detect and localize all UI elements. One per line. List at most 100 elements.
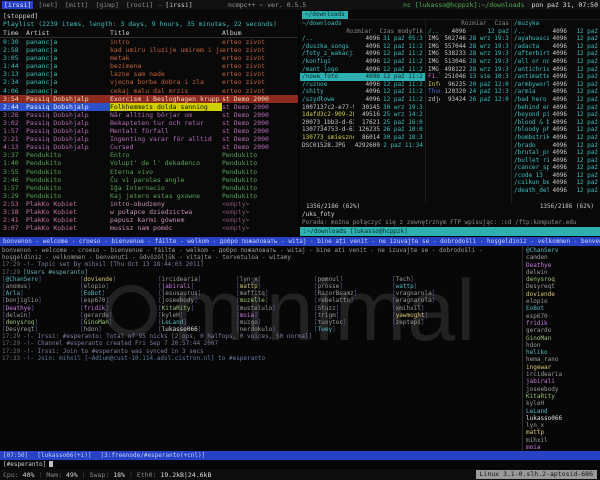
file-row[interactable]: /afterbirth4096 12 paź xyxy=(512,50,600,58)
nick-item[interactable]: elopio xyxy=(526,298,597,305)
nick-item[interactable]: hema_rano xyxy=(526,356,597,363)
nick-item[interactable]: delwin xyxy=(526,269,597,276)
nick-item[interactable]: ingewar xyxy=(526,364,597,371)
nick-item[interactable]: esp670 xyxy=(526,313,597,320)
file-row[interactable]: 130773_smieszne2.jpg 8601430 paź 18:33 xyxy=(300,134,425,142)
playlist-row[interactable]: 4:06 panancja cekaj malu dal mrzis erteo zi… xyxy=(0,87,298,95)
file-row[interactable]: /mant_logo 4096 12 paź 11:22 xyxy=(300,66,425,74)
workspace-tag[interactable]: [net] xyxy=(36,1,60,9)
workspace-tag[interactable]: [rooti] xyxy=(124,1,155,9)
file-row[interactable]: /.. 4096 12 paź xyxy=(512,28,600,36)
file-row[interactable]: 1dafd3c2-909-28c6-a9.jpg 4951625 wrz 14:2… xyxy=(300,111,425,119)
playlist-row[interactable]: 2:58 panancja kad umiru iluzije umirem i j… xyxy=(0,46,298,54)
irc-input-line[interactable]: [#esperanto] xyxy=(0,460,600,468)
file-row[interactable]: IMG_0150.JPG 50274628 wrz 19:30 xyxy=(426,35,511,43)
nick-item[interactable]: heliko xyxy=(526,349,597,356)
nick-item[interactable]: LeLand xyxy=(526,408,597,415)
nick-item[interactable]: lyn_x xyxy=(526,422,597,429)
playlist-row[interactable]: 1:44 panancja bezimena erteo zivot xyxy=(0,62,298,70)
file-row[interactable]: /duszka_songs 4096 12 paź 11:22 xyxy=(300,43,425,51)
nick-item[interactable]: denysroq xyxy=(526,276,597,283)
file-row[interactable]: Infect-1251662675.jpg 9623520 paź 12:04 xyxy=(426,81,511,89)
nick-item[interactable]: KitaRity xyxy=(526,393,597,400)
playlist-row[interactable]: 3:18 PlakKo Kobiet w pułapce dziedzictwa <e… xyxy=(0,208,298,216)
fm-command-bar[interactable]: :~/downloads [lukasso@hcppzk] xyxy=(300,227,600,236)
file-row[interactable]: /nowe_foto 4096 12 paź 11:22 xyxy=(300,73,425,81)
file-row[interactable]: /armbyworld4096 12 paź xyxy=(512,81,600,89)
nick-item[interactable]: Deathye xyxy=(526,262,597,269)
file-row[interactable]: F1.large.jpg 25104613 sie 10:30 xyxy=(426,73,511,81)
file-row[interactable]: /bad hero 4096 12 paź xyxy=(512,96,600,104)
nick-item[interactable]: doviende xyxy=(526,291,597,298)
file-row[interactable]: /konfigi 4096 12 paź 11:22 xyxy=(300,58,425,66)
file-row[interactable]: IMG_0158.JPG 49812228 wrz 19:31 xyxy=(426,66,511,74)
playlist-row[interactable]: 3:37 Pendukito Entro Pendukito xyxy=(0,151,298,159)
file-row[interactable]: zdjecie.jpg 9342426 paź 12:04 xyxy=(426,96,511,104)
file-row[interactable]: /csikun_beno4096 12 paź xyxy=(512,179,600,187)
playlist-row[interactable]: 3:07 PlakKo Kobiet musisz nam pomóc <empty> xyxy=(0,224,298,232)
file-row[interactable]: 1007137c2-e77-9ce53da.jpg 3014530 wrz 19:… xyxy=(300,104,425,112)
nick-item[interactable]: moia xyxy=(526,444,597,451)
file-row[interactable]: Thumbs.db 12032024 paź 12:34 xyxy=(426,88,511,96)
file-row[interactable]: /armia 4096 12 paź xyxy=(512,88,600,96)
playlist-row[interactable]: 2:34 panancja vjecna borba dobra i zla erte… xyxy=(0,78,298,86)
playlist-row[interactable]: 3:02 Passiq Dobshjalp Bekapteten tur och r… xyxy=(0,119,298,127)
nick-item[interactable]: gerardo xyxy=(526,327,597,334)
file-row[interactable]: 20073_1bb3-d-63.alli.jpg 1762125 paź 16:0… xyxy=(300,119,425,127)
file-row[interactable]: /adacta 4096 12 paź xyxy=(512,43,600,51)
file-row[interactable]: /death_delers4096 12 paź xyxy=(512,187,600,195)
playlist-row[interactable]: 3:54 Passiq Dobshjalp Exorcism i Besloghag… xyxy=(0,94,298,103)
nick-item[interactable]: jabirali xyxy=(526,378,597,385)
file-row[interactable]: /antimatter4096 12 paź xyxy=(512,73,600,81)
file-row[interactable]: /code 13 4096 12 paź xyxy=(512,172,600,180)
nick-item[interactable]: lukasso066 xyxy=(526,415,597,422)
file-row[interactable]: /foty_z_wakacji 4096 12 paź 11:22 xyxy=(300,50,425,58)
file-row[interactable]: IMG_0152.JPG 55704428 wrz 19:30 xyxy=(426,43,511,51)
playlist-row[interactable]: 3:13 panancja lazne sam nade erteo zivot xyxy=(0,70,298,78)
playlist-row[interactable]: 3:29 Pendukito Kaj jetero estas gxowne Pend… xyxy=(0,192,298,200)
file-row[interactable]: /ayahuasca 4096 12 paź xyxy=(512,35,600,43)
file-row[interactable]: /bloody phoenix4096 12 paź xyxy=(512,126,600,134)
nick-item[interactable]: ircidearia xyxy=(526,371,597,378)
nick-item[interactable]: Desyreqt xyxy=(526,283,597,290)
file-row[interactable]: /.. 4096 12 paź xyxy=(426,28,511,36)
file-row[interactable]: /bullet ridden4096 12 paź xyxy=(512,157,600,165)
file-row[interactable]: /blood & bleed4096 12 paź xyxy=(512,119,600,127)
playlist-row[interactable]: 4:13 Passiq Dobshjalp Cursed st Demo 2000 xyxy=(0,143,298,151)
file-row[interactable]: /ruznoe 4096 12 paź 11:22 xyxy=(300,81,425,89)
playlist-row[interactable]: 2:44 Passiq Dobshjalp Folkhemmets dolda sa… xyxy=(0,102,298,111)
nick-item[interactable]: mattp xyxy=(526,429,597,436)
file-row[interactable]: /.. 4096 31 paź 05:30 xyxy=(300,35,425,43)
playlist-row[interactable]: 1:57 Passiq Dobshjalp Mentalt förfall st De… xyxy=(0,127,298,135)
nick-item[interactable]: fridik xyxy=(526,320,597,327)
fm-tab-downloads[interactable]: ~/downloads xyxy=(302,11,348,19)
file-row[interactable]: /all or nothing hc4096 12 paź xyxy=(512,58,600,66)
playlist-row[interactable]: 2:53 PlakKo Kobiet intro-obudzeny <empty> xyxy=(0,200,298,208)
file-row[interactable]: /behind enemy lines4096 12 paź xyxy=(512,104,600,112)
file-row[interactable]: 1307734753-d-63.alli.jpg 12623526 paź 10:… xyxy=(300,126,425,134)
file-row[interactable]: /cancer_spreading4096 12 paź xyxy=(512,164,600,172)
playlist-row[interactable]: 3:05 panancja metak erteo zivot xyxy=(0,54,298,62)
nick-item[interactable]: kyleH xyxy=(526,400,597,407)
playlist-row[interactable]: 2:21 Passiq Dobshjalp Ingenting varar för … xyxy=(0,135,298,143)
file-row[interactable]: /bombstrike4096 12 paź xyxy=(512,134,600,142)
file-row[interactable]: /shity 4096 12 paź 11:22 xyxy=(300,88,425,96)
file-row[interactable]: /antichrist4096 12 paź xyxy=(512,66,600,74)
nick-item[interactable]: camden xyxy=(526,254,597,261)
nick-item[interactable]: @ChanServ xyxy=(526,247,597,254)
playlist-row[interactable]: 0:30 panancja intro erteo zivot xyxy=(0,38,298,46)
playlist-row[interactable]: 3:55 Pendukito Eterna vivo Pendukito xyxy=(0,168,298,176)
nick-item[interactable]: hdon xyxy=(526,342,597,349)
file-row[interactable]: /beyond pink4096 12 paź xyxy=(512,111,600,119)
nick-item[interactable]: GinoMan xyxy=(526,335,597,342)
playlist-row[interactable]: 2:46 Pendukito Ĉu vi parolas angle Pendukit… xyxy=(0,176,298,184)
file-row[interactable]: /brado 4096 12 paź xyxy=(512,142,600,150)
playlist-row[interactable]: 1:57 Pendukito Iĝa Internacio Pendukito xyxy=(0,184,298,192)
playlist-row[interactable]: 1:40 Pendukito Volupt' de l' dekadenco Pend… xyxy=(0,159,298,167)
workspace-tag[interactable]: [irssi] xyxy=(2,1,34,9)
playlist-row[interactable]: 2:41 PlakKo Kobiet papusz karmi gównem <emp… xyxy=(0,216,298,224)
nick-item[interactable]: joseebody xyxy=(526,386,597,393)
nick-item[interactable]: mihxil xyxy=(526,437,597,444)
file-row[interactable]: IMG_0154.JPG 53823328 wrz 19:30 xyxy=(426,50,511,58)
workspace-tag[interactable]: [mitt] xyxy=(63,1,90,9)
